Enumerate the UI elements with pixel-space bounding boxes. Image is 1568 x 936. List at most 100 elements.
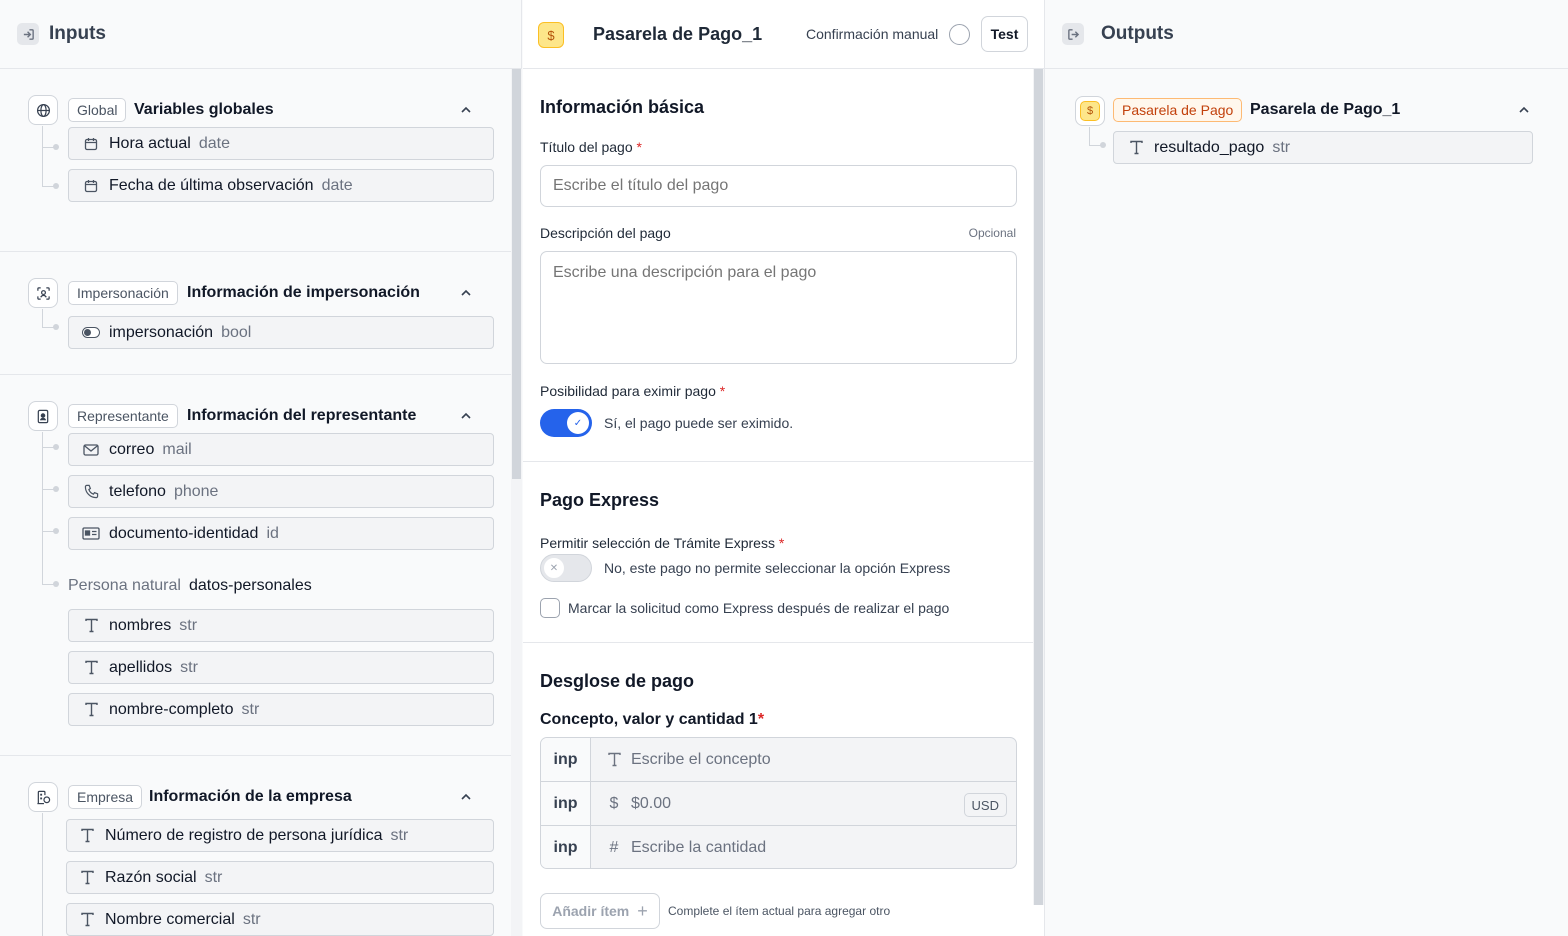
subgroup-name: Persona natural [68, 577, 181, 594]
label-text: Título del pago [540, 139, 633, 155]
required-mark: * [757, 711, 765, 728]
text-type-icon [81, 702, 101, 717]
group-title-global: Variables globales [134, 101, 274, 118]
add-item-button[interactable]: Añadir ítem + [540, 893, 660, 929]
field-type: str [242, 910, 261, 928]
field-name: Hora actual [109, 134, 191, 152]
field-name: nombre-completo [109, 700, 234, 718]
collapse-chevron-icon[interactable] [1514, 100, 1534, 120]
payment-title-label: Título del pago * [540, 139, 642, 155]
express-allow-label: Permitir selección de Trámite Express * [540, 535, 784, 551]
concept-input[interactable]: Escribe el concepto [631, 751, 771, 769]
subgroup-key: datos-personales [188, 577, 312, 594]
scrollbar-thumb[interactable] [512, 69, 521, 479]
text-type-icon [77, 912, 97, 927]
section-title-breakdown: Desglose de pago [540, 671, 695, 691]
inputs-scroll-area[interactable]: Global Variables globales Hora actual da… [0, 69, 511, 936]
test-button[interactable]: Test [981, 16, 1028, 52]
globe-icon [28, 95, 58, 125]
section-title-express: Pago Express [540, 490, 660, 510]
inputs-scrollbar[interactable] [511, 69, 522, 936]
exempt-toggle-text: Sí, el pago puede ser eximido. [604, 415, 794, 431]
group-badge-global: Global [68, 98, 127, 122]
input-field[interactable]: apellidos str [68, 651, 494, 684]
group-title-representative: Información del representante [187, 407, 417, 424]
quantity-input[interactable]: Escribe la cantidad [631, 839, 766, 857]
subgroup-label: Persona natural datos-personales [68, 577, 312, 595]
express-toggle[interactable]: ✕ [540, 554, 592, 582]
label-text: Posibilidad para eximir pago [540, 383, 716, 399]
value-input[interactable]: $0.00 [631, 795, 671, 813]
outputs-panel: Outputs $ Pasarela de Pago Pasarela de P… [1045, 0, 1568, 936]
node-title: Pasarela de Pago_1 [593, 24, 763, 44]
express-toggle-text: No, este pago no permite seleccionar la … [604, 560, 951, 576]
check-icon: ✓ [567, 412, 589, 434]
row-prefix: inp [541, 738, 591, 781]
section-divider [523, 461, 1033, 462]
calendar-icon [81, 137, 101, 151]
label-text: Permitir selección de Trámite Express [540, 535, 775, 551]
quantity-row[interactable]: inp # Escribe la cantidad [541, 826, 1016, 868]
inputs-panel: Inputs Global Variables globales Hora ac… [0, 0, 522, 936]
required-mark: * [778, 535, 785, 551]
group-divider [0, 374, 511, 375]
input-field[interactable]: nombres str [68, 609, 494, 642]
field-name: Razón social [105, 868, 197, 886]
scrollbar-thumb[interactable] [1034, 69, 1043, 905]
logout-icon [1062, 23, 1084, 45]
collapse-chevron-icon[interactable] [456, 100, 476, 120]
collapse-chevron-icon[interactable] [456, 406, 476, 426]
value-row[interactable]: inp $ $0.00 USD [541, 782, 1016, 826]
tree-dot [53, 528, 59, 534]
currency-badge: USD [963, 793, 1007, 817]
id-card-icon [81, 527, 101, 540]
config-scrollbar[interactable] [1033, 69, 1044, 905]
calendar-icon [81, 179, 101, 193]
collapse-chevron-icon[interactable] [456, 787, 476, 807]
x-icon: ✕ [543, 557, 565, 579]
input-field[interactable]: impersonación bool [68, 316, 494, 349]
manual-confirm-toggle[interactable] [949, 24, 970, 45]
input-field[interactable]: Número de registro de persona jurídica s… [66, 819, 494, 852]
payment-desc-textarea[interactable] [540, 251, 1017, 364]
input-field[interactable]: telefono phone [68, 475, 494, 508]
input-field[interactable]: documento-identidad id [68, 517, 494, 550]
text-type-icon [77, 828, 97, 843]
field-name: telefono [109, 482, 166, 500]
config-header: $ Pasarela de Pago_1 Confirmación manual… [523, 0, 1044, 69]
field-type: phone [173, 482, 219, 500]
input-field[interactable]: Nombre comercial str [66, 903, 494, 936]
input-field[interactable]: Hora actual date [68, 127, 494, 160]
row-prefix: inp [541, 782, 591, 825]
field-type: str [241, 700, 260, 718]
plus-icon: + [637, 900, 648, 921]
field-type: str [1272, 138, 1291, 156]
tree-line [1089, 127, 1090, 145]
field-name: apellidos [109, 658, 173, 676]
concept-row[interactable]: inp Escribe el concepto [541, 738, 1016, 782]
payment-title-input[interactable] [540, 165, 1017, 207]
tree-dot [53, 183, 59, 189]
label-text: Concepto, valor y cantidad 1 [540, 711, 758, 728]
phone-icon [81, 484, 101, 499]
tree-dot [53, 144, 59, 150]
output-field[interactable]: resultado_pago str [1113, 131, 1533, 164]
tree-dot [1100, 142, 1106, 148]
field-name: Fecha de última observación [109, 176, 314, 194]
field-type: mail [162, 440, 192, 458]
tree-line [42, 126, 43, 186]
field-name: nombres [109, 616, 172, 634]
input-field[interactable]: nombre-completo str [68, 693, 494, 726]
input-field[interactable]: correo mail [68, 433, 494, 466]
input-field[interactable]: Razón social str [66, 861, 494, 894]
field-name: documento-identidad [109, 524, 259, 542]
exempt-toggle[interactable]: ✓ [540, 409, 592, 437]
node-type-badge: Pasarela de Pago [1113, 98, 1243, 122]
required-mark: * [636, 139, 642, 155]
collapse-chevron-icon[interactable] [456, 283, 476, 303]
mark-express-text: Marcar la solicitud como Express después… [568, 600, 950, 616]
input-field[interactable]: Fecha de última observación date [68, 169, 494, 202]
optional-tag: Opcional [968, 226, 1016, 240]
field-type: id [266, 524, 279, 542]
mark-express-checkbox[interactable] [540, 598, 560, 618]
